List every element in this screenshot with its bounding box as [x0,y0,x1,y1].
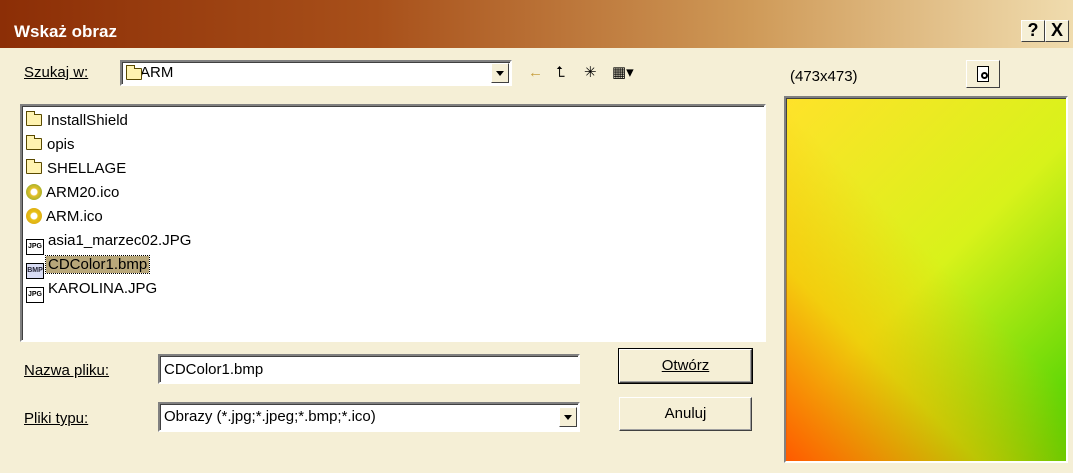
ico-file-icon [26,208,42,224]
folder-icon [126,65,142,80]
window-title: Wskaż obraz [14,22,117,41]
list-item[interactable]: InstallShield [26,110,130,132]
jpg-file-icon: JPG [26,239,44,255]
preview-size: (473x473) [790,68,858,85]
list-item[interactable]: JPG asia1_marzec02.JPG [26,230,193,255]
cancel-button[interactable]: Anuluj [619,397,752,431]
filename-label: Nazwa pliku: [24,362,110,379]
chevron-down-icon[interactable] [559,407,577,427]
back-icon[interactable]: ← [528,64,543,82]
view-menu-icon[interactable]: ▦▾ [612,64,634,82]
open-button[interactable]: Otwórz [618,348,753,384]
title-bar: Wskaż obraz ? X [0,0,1073,48]
list-item[interactable]: opis [26,134,77,156]
file-list[interactable]: InstallShield opis SHELLAGE ARM20.ico AR… [20,104,766,342]
list-item[interactable]: ARM20.ico [26,182,121,204]
folder-icon [26,135,42,150]
preview-gradient [786,98,1066,461]
folder-icon [26,111,42,126]
help-button[interactable]: ? [1021,20,1045,42]
list-item[interactable]: ARM.ico [26,206,105,228]
list-item[interactable]: JPG KAROLINA.JPG [26,278,159,303]
new-folder-icon[interactable]: ✳ [584,64,597,82]
filename-value: CDColor1.bmp [164,361,264,378]
list-item-selected[interactable]: BMP CDColor1.bmp [26,254,151,279]
folder-icon [26,159,42,174]
ico-file-icon [26,184,42,200]
filename-input[interactable]: CDColor1.bmp [158,354,580,384]
preview-toggle-button[interactable] [966,60,1000,88]
image-preview [784,96,1068,463]
jpg-file-icon: JPG [26,287,44,303]
lookin-value: ARM [140,64,174,81]
list-item[interactable]: SHELLAGE [26,158,128,180]
filetype-value: Obrazy (*.jpg;*.jpeg;*.bmp;*.ico) [164,408,376,425]
magnifier-icon [981,72,988,79]
bmp-file-icon: BMP [26,263,44,279]
lookin-dropdown[interactable]: ARM [120,60,512,86]
chevron-down-icon[interactable] [491,63,509,83]
lookin-label: Szukaj w: [24,64,89,81]
up-folder-icon[interactable]: ⮤ [556,64,565,82]
filetype-label: Pliki typu: [24,410,89,427]
filetype-dropdown[interactable]: Obrazy (*.jpg;*.jpeg;*.bmp;*.ico) [158,402,580,432]
close-button[interactable]: X [1045,20,1069,42]
